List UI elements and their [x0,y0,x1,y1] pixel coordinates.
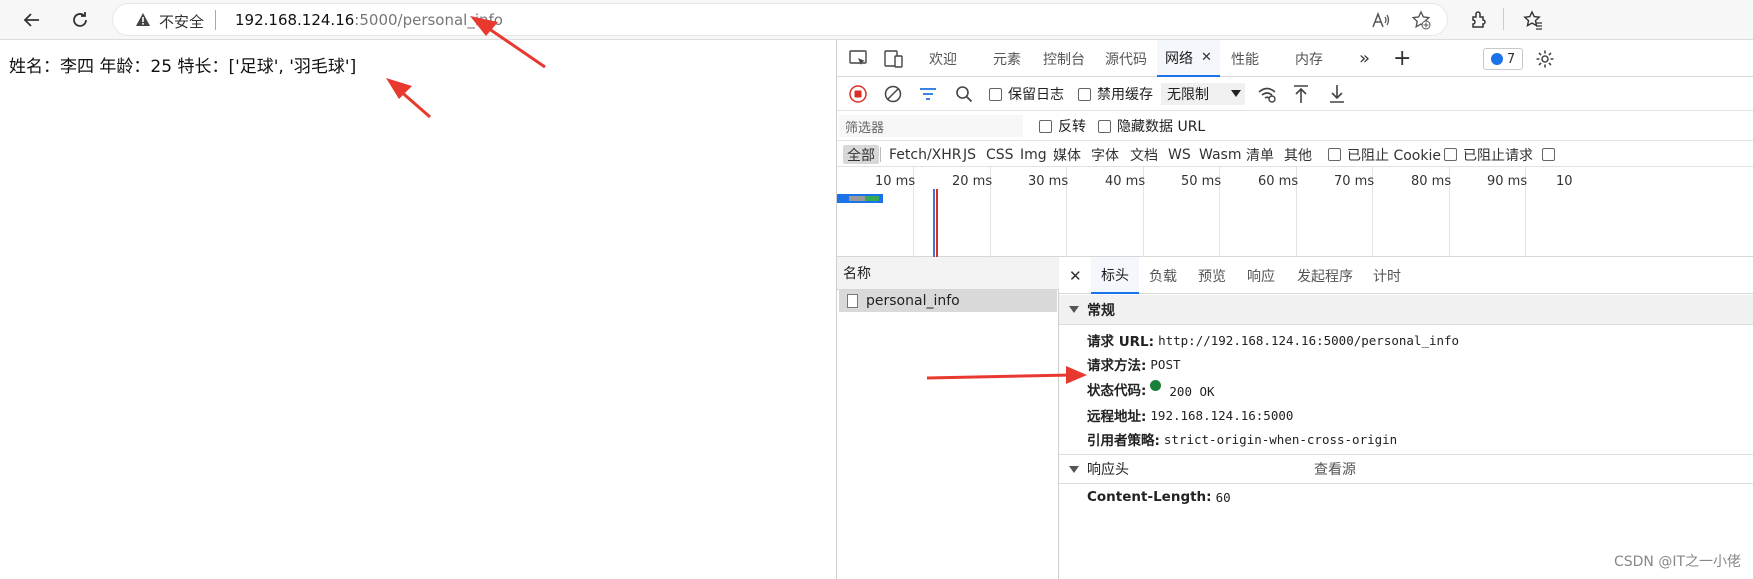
annotation-arrows [386,16,1087,384]
arrow-annotation-status [926,366,1087,384]
watermark: CSDN @IT之一小佬 [1613,554,1741,570]
arrow-annotation-url [470,16,546,69]
arrow-annotation-content [386,78,431,119]
